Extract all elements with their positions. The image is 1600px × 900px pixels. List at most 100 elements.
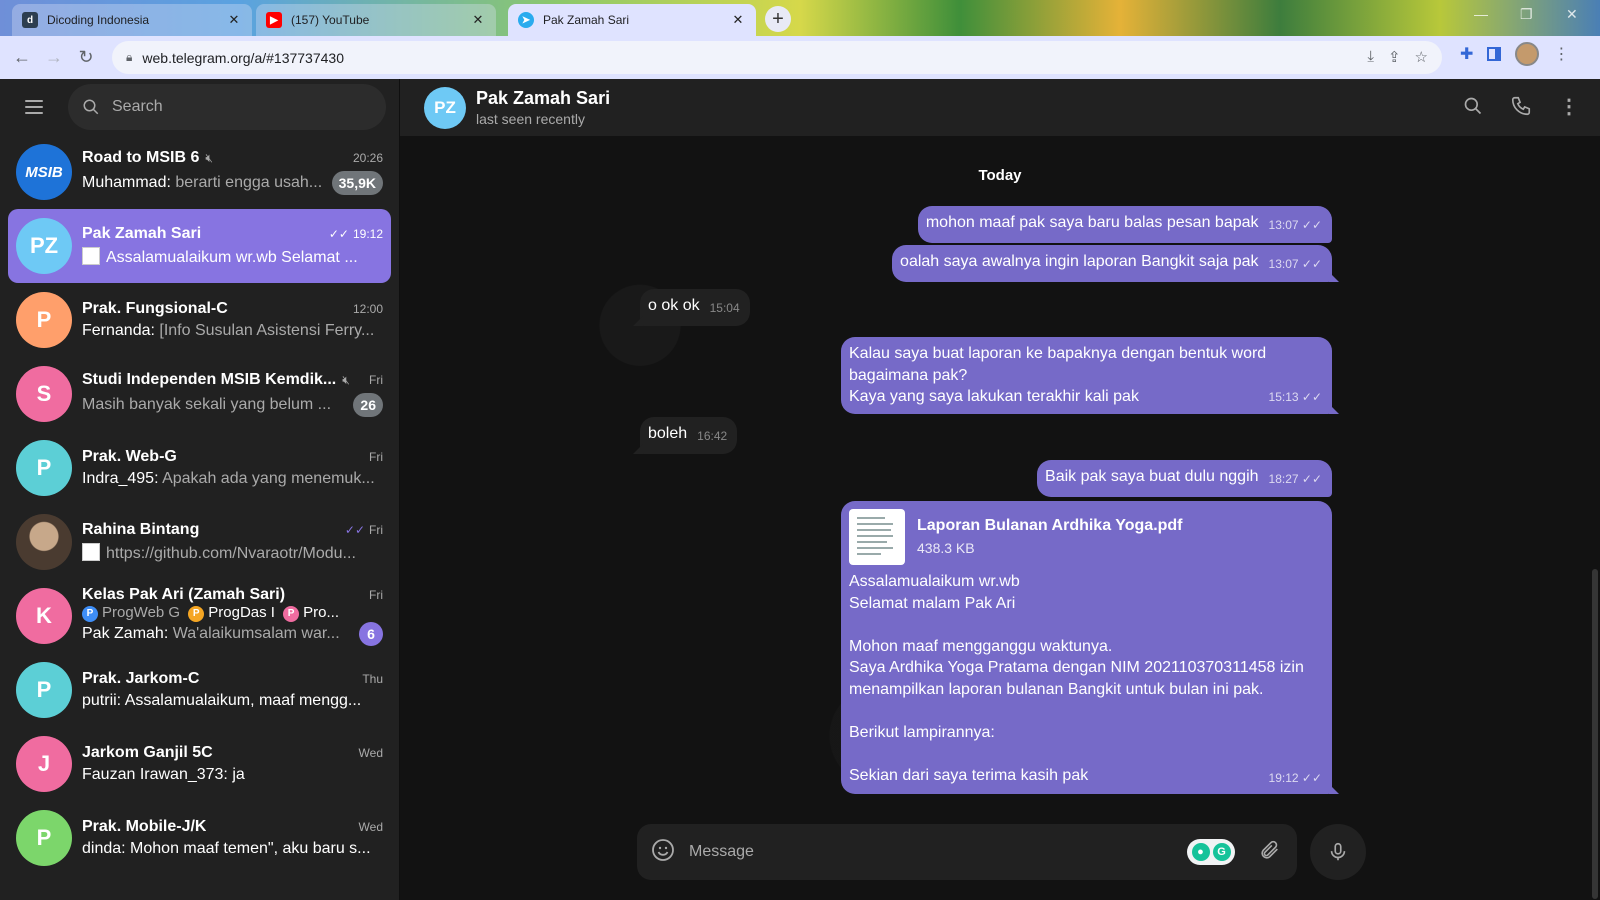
message-outgoing-document[interactable]: Laporan Bulanan Ardhika Yoga.pdf 438.3 K…: [841, 501, 1339, 794]
date-separator: Today: [400, 167, 1600, 185]
message-line: Selamat malam Pak Ari: [849, 594, 1016, 612]
share-icon[interactable]: ⇪: [1388, 48, 1401, 66]
grammarly-widget[interactable]: ● G: [1187, 839, 1235, 865]
telegram-icon: ➤: [518, 12, 534, 28]
message-line: Saya Ardhika Yoga Pratama dengan NIM 202…: [849, 659, 1304, 676]
chat-time: 19:12: [352, 227, 383, 241]
avatar: P: [16, 662, 72, 718]
message-line: Sekian dari saya terima kasih pak: [849, 766, 1089, 784]
menu-icon[interactable]: [16, 89, 52, 125]
search-placeholder: Search: [112, 98, 163, 115]
attach-icon[interactable]: [1259, 839, 1281, 866]
address-bar[interactable]: 🔒︎ web.telegram.org/a/#137737430 ⤓ ⇪ ☆: [112, 41, 1442, 74]
grammarly-user-icon[interactable]: ●: [1191, 843, 1210, 861]
phone-call-icon[interactable]: [1508, 93, 1534, 119]
double-check-icon: ✓✓: [1301, 770, 1322, 785]
double-check-icon: ✓✓: [328, 227, 349, 241]
lock-icon[interactable]: 🔒︎: [126, 50, 132, 65]
bookmark-star-icon[interactable]: ☆: [1415, 48, 1428, 66]
message-composer[interactable]: Message ● G: [637, 824, 1297, 880]
window-close-icon[interactable]: ✕: [1566, 6, 1578, 23]
sender-name: Indra_495: [82, 470, 155, 487]
chat-time: Wed: [358, 746, 383, 760]
pdf-thumbnail[interactable]: [849, 509, 905, 565]
message-line: Assalamualaikum wr.wb: [849, 573, 1020, 590]
file-size: 438.3 KB: [917, 540, 975, 556]
new-tab-button[interactable]: +: [765, 6, 791, 32]
microphone-button[interactable]: [1310, 824, 1366, 880]
chat-preview: Fauzan Irawan_373: ja: [82, 766, 245, 783]
file-name: Laporan Bulanan Ardhika Yoga.pdf: [917, 516, 1183, 534]
more-options-icon[interactable]: ⋮: [1556, 93, 1582, 119]
chat-item-prak-web-g[interactable]: P Prak. Web-G Fri Indra_495: Apakah ada …: [8, 431, 391, 505]
forward-icon[interactable]: →: [38, 42, 70, 74]
topic-label: ProgDas I: [208, 604, 275, 621]
chat-item-studi-independen[interactable]: S Studi Independen MSIB Kemdik... 🔇︎ Fri …: [8, 357, 391, 431]
chat-item-jarkom-ganjil-5c[interactable]: J Jarkom Ganjil 5C Wed Fauzan Irawan_373…: [8, 727, 391, 801]
message-outgoing[interactable]: mohon maaf pak saya baru balas pesan bap…: [917, 206, 1332, 243]
scrollbar[interactable]: [1592, 569, 1598, 899]
message-outgoing[interactable]: Baik pak saya buat dulu nggih 18:27 ✓✓: [1037, 460, 1332, 497]
browser-menu-icon[interactable]: ⋮: [1553, 44, 1569, 64]
chat-item-prak-mobile-jk[interactable]: P Prak. Mobile-J/K Wed dinda: Mohon maaf…: [8, 801, 391, 875]
back-icon[interactable]: ←: [6, 42, 38, 74]
browser-tab-strip: d Dicoding Indonesia ✕ ▶ (157) YouTube ✕…: [0, 0, 1600, 36]
message-text: mohon maaf pak saya baru balas pesan bap…: [925, 214, 1259, 231]
sender-name: Fernanda: [82, 322, 151, 339]
message-input[interactable]: Message: [689, 843, 1187, 861]
sender-name: Pak Zamah: [82, 625, 164, 642]
grammarly-icon[interactable]: G: [1212, 843, 1231, 861]
topic-tags: P ProgWeb G P ProgDas I P Pro...: [82, 604, 383, 622]
chat-item-rahina-bintang[interactable]: Rahina Bintang ✓✓ Fri https://github.com/…: [8, 505, 391, 579]
side-panel-icon[interactable]: [1487, 47, 1502, 61]
message-text: oalah saya awalnya ingin laporan Bangkit…: [900, 253, 1259, 270]
profile-avatar[interactable]: [1515, 42, 1540, 66]
topic-dot: P: [188, 606, 205, 622]
peer-status: last seen recently: [476, 111, 585, 127]
microphone-icon: [1330, 842, 1346, 861]
maximize-icon[interactable]: ❐: [1520, 6, 1533, 23]
tab-youtube[interactable]: ▶ (157) YouTube ✕: [256, 4, 496, 36]
chat-preview: putrii: Assalamualaikum, maaf mengg...: [82, 692, 362, 709]
message-incoming[interactable]: boleh 16:42: [633, 417, 738, 454]
extensions-icon[interactable]: ✚: [1460, 44, 1473, 64]
peer-avatar[interactable]: PZ: [424, 86, 466, 129]
avatar: P: [16, 292, 72, 348]
chat-panel: PZ Pak Zamah Sari last seen recently ⋮ T…: [400, 79, 1600, 900]
reload-icon[interactable]: ↻: [70, 42, 102, 74]
search-input[interactable]: Search: [68, 84, 386, 130]
chat-header[interactable]: PZ Pak Zamah Sari last seen recently ⋮: [400, 79, 1600, 136]
document-thumbnail: [82, 543, 100, 561]
telegram-app: Search MSIB Road to MSIB 6 🔇︎ 20:26 Muham…: [0, 79, 1600, 900]
message-incoming[interactable]: o ok ok 15:04: [633, 289, 750, 326]
search-icon[interactable]: [1460, 93, 1486, 119]
double-check-icon: ✓✓: [344, 523, 365, 537]
chat-preview: Masih banyak sekali yang belum ...: [82, 396, 332, 413]
chat-item-pak-zamah-sari[interactable]: PZ Pak Zamah Sari ✓✓ 19:12 Assalamualaiku…: [8, 209, 391, 283]
chat-item-kelas-pak-ari[interactable]: K Kelas Pak Ari (Zamah Sari) Fri P ProgWe…: [8, 579, 391, 653]
message-outgoing[interactable]: Kalau saya buat laporan ke bapaknya deng…: [841, 337, 1339, 414]
message-text: boleh: [648, 425, 688, 442]
chat-item-prak-jarkom-c[interactable]: P Prak. Jarkom-C Thu putrii: Assalamuala…: [8, 653, 391, 727]
chat-item-road-to-msib[interactable]: MSIB Road to MSIB 6 🔇︎ 20:26 Muhammad: be…: [8, 135, 391, 209]
emoji-icon[interactable]: [651, 838, 675, 867]
tab-dicoding[interactable]: d Dicoding Indonesia ✕: [12, 4, 252, 36]
message-time: 18:27: [1268, 472, 1299, 486]
chat-time: Fri: [369, 523, 383, 537]
chat-name: Prak. Web-G: [82, 448, 177, 465]
tab-telegram[interactable]: ➤ Pak Zamah Sari ✕: [508, 4, 756, 36]
message-line: [849, 614, 1322, 636]
install-icon[interactable]: ⤓: [1367, 48, 1374, 66]
chat-name: Studi Independen MSIB Kemdik...: [82, 371, 337, 388]
chat-time: Thu: [362, 672, 383, 686]
chat-sidebar: Search MSIB Road to MSIB 6 🔇︎ 20:26 Muham…: [0, 79, 400, 900]
chat-item-prak-fungsional-c[interactable]: P Prak. Fungsional-C 12:00 Fernanda: [In…: [8, 283, 391, 357]
close-icon[interactable]: ✕: [730, 12, 746, 28]
chat-time: Fri: [369, 450, 383, 464]
message-outgoing[interactable]: oalah saya awalnya ingin laporan Bangkit…: [892, 245, 1339, 282]
close-icon[interactable]: ✕: [470, 12, 486, 28]
message-time: 15:04: [709, 301, 740, 315]
file-attachment[interactable]: Laporan Bulanan Ardhika Yoga.pdf 438.3 K…: [849, 509, 1322, 565]
minimize-icon[interactable]: —: [1474, 6, 1488, 22]
close-icon[interactable]: ✕: [226, 12, 242, 28]
